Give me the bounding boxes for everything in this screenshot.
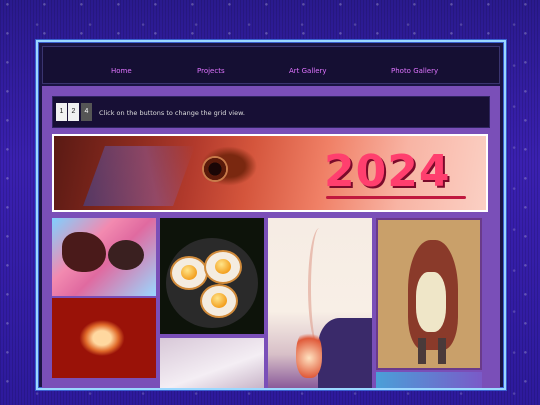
nav-bar: Home Projects Art Gallery Photo Gallery: [42, 46, 500, 84]
gallery-grid: [52, 218, 488, 388]
gallery-tile-partial[interactable]: [376, 372, 482, 388]
yolk-shape: [215, 259, 231, 274]
yolk-shape: [181, 265, 197, 280]
grid-hint-text: Click on the buttons to change the grid …: [99, 109, 245, 117]
grid-4-button[interactable]: 4: [81, 103, 92, 121]
grid-2-button[interactable]: 2: [68, 103, 79, 121]
banner-underline: [326, 196, 466, 199]
gallery-tile-white-bird[interactable]: [160, 338, 264, 388]
page-frame: Home Projects Art Gallery Photo Gallery …: [36, 40, 506, 390]
gallery-tile-abstract-creature[interactable]: [52, 218, 156, 296]
gallery-tile-fried-eggs[interactable]: [160, 218, 264, 334]
nav-photo-gallery-link[interactable]: Photo Gallery: [391, 67, 438, 75]
shadow-shape: [318, 318, 372, 388]
banner-2024-image: 2024: [52, 134, 488, 212]
banner-creature-eye: [202, 156, 228, 182]
tile-shape: [108, 240, 144, 270]
egg-shape: [172, 258, 206, 288]
grid-toolbar: 1 2 4 Click on the buttons to change the…: [52, 96, 490, 128]
banner-brush-stroke: [83, 146, 195, 206]
tile-shape: [62, 232, 106, 272]
gallery-tile-smoke-fire[interactable]: [268, 218, 372, 388]
gallery-tile-horned-creature[interactable]: [376, 218, 482, 370]
creature-leg: [438, 338, 446, 364]
grid-1-button[interactable]: 1: [56, 103, 67, 121]
banner-year-text: 2024: [324, 146, 451, 197]
nav-art-gallery-link[interactable]: Art Gallery: [289, 67, 327, 75]
main-content: 1 2 4 Click on the buttons to change the…: [42, 86, 500, 388]
egg-shape: [206, 252, 240, 282]
nav-projects-link[interactable]: Projects: [197, 67, 225, 75]
creature-leg: [418, 338, 426, 364]
plate-shape: [166, 238, 258, 328]
nav-home-link[interactable]: Home: [111, 67, 132, 75]
egg-shape: [202, 286, 236, 316]
yolk-shape: [211, 293, 227, 308]
gallery-tile-fiery-bird[interactable]: [52, 298, 156, 378]
fire-shape: [296, 328, 322, 378]
creature-belly: [416, 272, 446, 332]
